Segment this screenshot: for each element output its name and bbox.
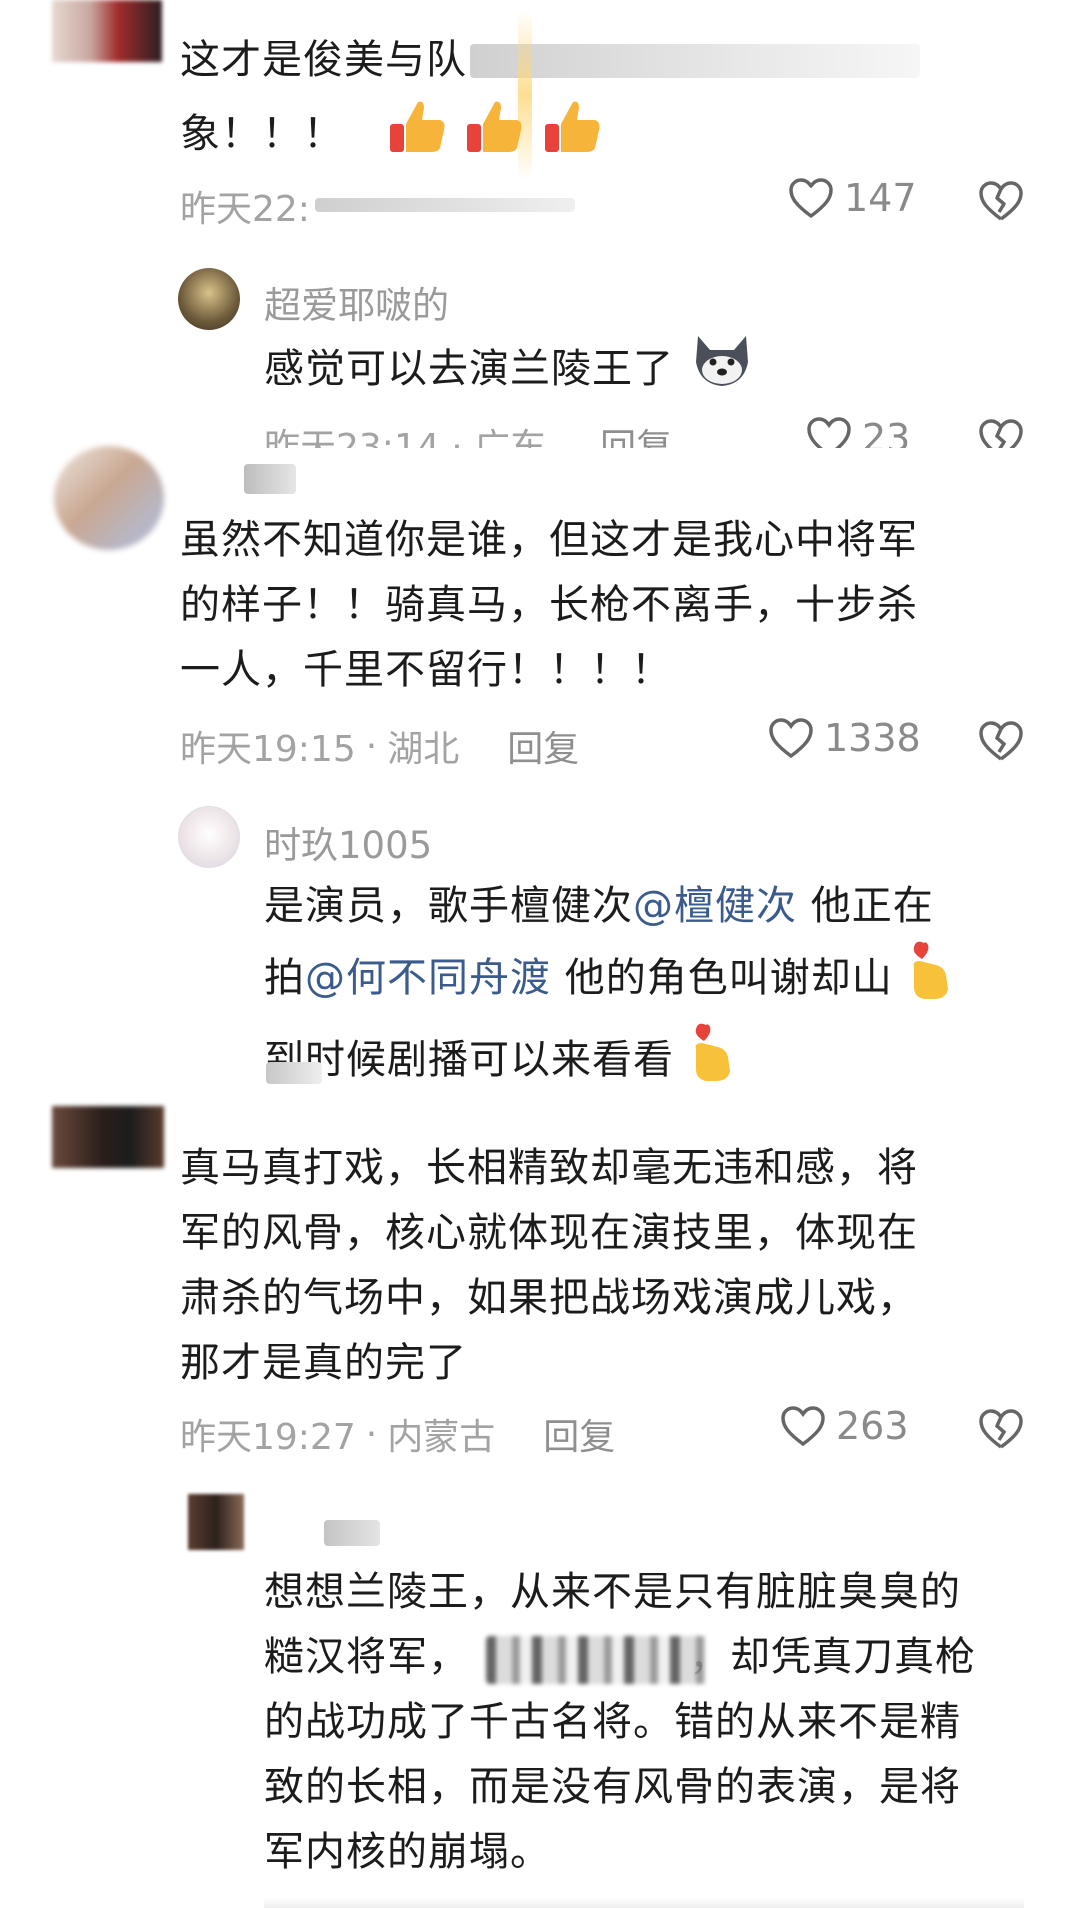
finger-heart-icon	[906, 939, 952, 1021]
location: 内蒙古	[387, 1417, 496, 1458]
timestamp-location: 昨天23:14 · 广东	[264, 427, 547, 448]
comment-meta: 昨天22:	[180, 180, 310, 232]
thumbs-up-icon	[543, 98, 603, 174]
reply-text-segment: 拍	[264, 955, 305, 1001]
comment-text: 虽然不知道你是谁，但这才是我心中将军 的样子！！骑真马，长枪不离手，十步杀 一人…	[180, 508, 918, 703]
reply-text-line: 军内核的崩塌。	[264, 1829, 551, 1875]
reply-button[interactable]: 回复	[507, 720, 579, 772]
reply-button[interactable]: 回复	[543, 1408, 615, 1460]
broken-heart-icon	[979, 181, 1023, 221]
redacted-meta	[315, 198, 575, 212]
reply-text-segment: 到时候剧播可以来看看	[264, 1037, 674, 1083]
comment-text-line: 象！！！	[180, 111, 344, 157]
redacted-text	[486, 1636, 706, 1684]
reply-text-line: 拍@何不同舟渡 他的角色叫谢却山	[264, 939, 952, 1021]
dislike-button[interactable]	[978, 180, 1024, 226]
avatar[interactable]	[178, 806, 240, 868]
mention-link[interactable]: @檀健次	[633, 883, 797, 929]
thumbs-up-icon	[388, 98, 448, 174]
reply-text-line: 的战功成了千古名将。错的从来不是精	[264, 1699, 961, 1745]
reply-text-line: 致的长相，而是没有风骨的表演，是将	[264, 1764, 961, 1810]
location: 湖北	[387, 729, 460, 770]
avatar[interactable]	[188, 1494, 244, 1550]
comment-text-line: 军的风骨，核心就体现在演技里，体现在	[180, 1210, 918, 1256]
reply-text: 是演员，歌手檀健次@檀健次 他正在 拍@何不同舟渡 他的角色叫谢却山 到时候剧播…	[264, 874, 952, 1103]
reply-text: 想想兰陵王，从来不是只有脏脏臭臭的 糙汉将军， ，却凭真刀真枪 的战功成了千古名将…	[264, 1560, 976, 1885]
comment-text-line: 真马真打戏，长相精致却毫无违和感，将	[180, 1145, 918, 1191]
reply-meta: 昨天23:14 · 广东 回复	[264, 418, 672, 448]
redacted-text	[470, 44, 920, 78]
comment-text-line: 肃杀的气场中，如果把战场戏演成儿戏，	[180, 1275, 918, 1321]
like-button[interactable]: 1338	[768, 716, 921, 760]
reply-text-segment: 他的角色叫谢却山	[551, 955, 893, 1001]
timestamp: 昨天22:	[180, 189, 310, 230]
reply-username[interactable]: 超爱耶啵的	[264, 275, 449, 329]
mention-link[interactable]: @何不同舟渡	[305, 955, 551, 1001]
reply-button[interactable]: 回复	[600, 418, 672, 448]
comment-text-line: 一人，千里不留行！！！！	[180, 647, 672, 693]
heart-icon	[807, 417, 851, 448]
reply-meta-cutoff	[264, 1888, 1024, 1908]
reply-text-line: 是演员，歌手檀健次@檀健次 他正在	[264, 874, 952, 939]
comment-text: 真马真打戏，长相精致却毫无违和感，将 军的风骨，核心就体现在演技里，体现在 肃杀…	[180, 1136, 918, 1396]
redacted-username	[324, 1520, 380, 1546]
dislike-button[interactable]	[978, 418, 1024, 448]
like-count: 23	[862, 416, 911, 448]
like-count: 147	[844, 176, 917, 220]
reply-text-line: 想想兰陵王，从来不是只有脏脏臭臭的	[264, 1569, 961, 1615]
redacted-username	[244, 464, 296, 494]
reply-text-segment: 糙汉将军，	[264, 1634, 469, 1680]
avatar[interactable]	[52, 1106, 164, 1168]
like-button[interactable]: 23	[806, 416, 910, 448]
reply-username[interactable]: 时玖1005	[264, 815, 432, 869]
comment-meta: 昨天19:27 · 内蒙古 回复	[180, 1408, 615, 1460]
comment-text-line: 那才是真的完了	[180, 1340, 467, 1386]
comment-meta: 昨天19:15 · 湖北 回复	[180, 720, 579, 772]
timestamp: 昨天19:15	[180, 729, 356, 770]
separator: ·	[365, 725, 378, 767]
timestamp: 昨天19:27	[180, 1417, 356, 1458]
finger-heart-icon	[688, 1021, 734, 1103]
separator: ·	[365, 1413, 378, 1455]
avatar[interactable]	[52, 0, 162, 62]
comment-text-line: 虽然不知道你是谁，但这才是我心中将军	[180, 517, 918, 563]
broken-heart-icon	[979, 1409, 1023, 1449]
husky-emoji-icon	[692, 332, 752, 410]
comment-text-line: 的样子！！骑真马，长枪不离手，十步杀	[180, 582, 918, 628]
heart-icon	[781, 1406, 825, 1447]
broken-heart-icon	[979, 419, 1023, 448]
heart-icon	[789, 178, 833, 218]
comment-text: 象！！！	[180, 98, 603, 174]
like-count: 1338	[824, 716, 921, 760]
reply-text-segment: ，却凭真刀真枪	[689, 1634, 976, 1680]
comment-text-line: 这才是俊美与队	[180, 37, 467, 83]
thumbs-up-icon	[465, 98, 525, 174]
reply-text-segment: 他正在	[797, 883, 934, 929]
reply-text: 感觉可以去演兰陵王了	[264, 332, 752, 410]
like-button[interactable]: 147	[788, 176, 917, 220]
dislike-button[interactable]	[978, 720, 1024, 766]
broken-heart-icon	[979, 721, 1023, 761]
like-button[interactable]: 263	[780, 1404, 909, 1448]
redacted-text	[266, 1062, 322, 1084]
dislike-button[interactable]	[978, 1408, 1024, 1454]
like-count: 263	[836, 1404, 909, 1448]
cutoff-placeholder	[264, 1888, 1024, 1908]
reply-text-line: 到时候剧播可以来看看	[264, 1021, 952, 1103]
heart-icon	[769, 718, 813, 759]
reply-text-segment: 是演员，歌手檀健次	[264, 883, 633, 929]
comment-text: 这才是俊美与队	[180, 28, 467, 93]
avatar[interactable]	[54, 446, 164, 550]
reply-text-line: 感觉可以去演兰陵王了	[264, 346, 674, 392]
avatar[interactable]	[178, 268, 240, 330]
